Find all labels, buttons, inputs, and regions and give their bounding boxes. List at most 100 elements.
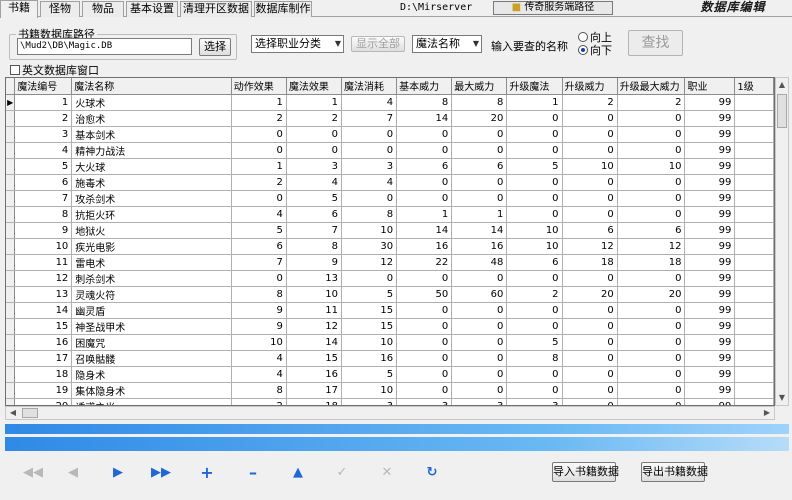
table-cell[interactable] [734,158,774,175]
table-cell[interactable]: 0 [286,142,342,159]
table-cell[interactable]: 3 [341,398,398,405]
table-cell[interactable]: 99 [684,190,736,207]
table-cell[interactable]: 99 [684,142,736,159]
table-cell[interactable]: 99 [684,350,736,367]
table-cell[interactable]: 诱惑之光 [71,398,232,405]
table-row[interactable]: 15 神圣战甲术 9 12 15 0 0 0 0 0 99 [6,318,774,335]
col-header[interactable]: 职业 [684,78,736,95]
scroll-left-icon[interactable]: ◀ [6,407,20,419]
table-cell[interactable]: 99 [684,286,736,303]
table-cell[interactable]: 3 [341,158,398,175]
table-cell[interactable]: 99 [684,254,736,271]
job-filter-select[interactable]: 选择职业分类 ▼ [251,35,344,53]
table-cell[interactable]: 2 [231,110,287,127]
table-cell[interactable]: 14 [396,222,453,239]
col-header[interactable]: 升级威力 [562,78,618,95]
col-header[interactable]: 1级 [734,78,774,95]
scroll-right-icon[interactable]: ▶ [760,407,774,419]
table-cell[interactable]: 0 [341,270,398,287]
table-cell[interactable]: 0 [396,318,453,335]
table-cell[interactable]: 8 [341,206,398,223]
row-indicator[interactable] [6,142,16,159]
table-row[interactable]: 4 精神力战法 0 0 0 0 0 0 0 0 99 [6,142,774,159]
row-indicator[interactable] [6,190,16,207]
table-cell[interactable]: 6 [451,158,508,175]
row-indicator[interactable] [6,398,16,405]
table-cell[interactable]: 0 [231,126,287,143]
table-cell[interactable]: 11 [14,254,73,271]
table-cell[interactable]: 99 [684,398,736,405]
table-cell[interactable]: 2 [14,110,73,127]
table-cell[interactable]: 0 [286,126,342,143]
table-row[interactable]: 9 地狱火 5 7 10 14 14 10 6 6 99 [6,222,774,239]
table-cell[interactable] [734,350,774,367]
table-row[interactable]: 3 基本剑术 0 0 0 0 0 0 0 0 99 [6,126,774,143]
table-cell[interactable]: 20 [451,110,508,127]
table-cell[interactable]: 0 [231,270,287,287]
table-cell[interactable]: 8 [396,94,453,111]
table-cell[interactable]: 12 [617,238,686,255]
table-cell[interactable]: 0 [617,302,686,319]
table-cell[interactable]: 0 [506,270,563,287]
col-header[interactable]: 魔法效果 [286,78,342,95]
tab-clear-data[interactable]: 清理开区数据 [180,1,252,17]
plus-icon[interactable]: + [196,464,218,482]
table-cell[interactable]: 99 [684,270,736,287]
table-cell[interactable]: 4 [231,350,287,367]
vertical-scrollbar[interactable]: ▲ ▼ [775,77,789,406]
table-row[interactable]: 7 攻杀剑术 0 5 0 0 0 0 0 0 99 [6,190,774,207]
table-cell[interactable] [734,366,774,383]
table-cell[interactable]: 8 [451,94,508,111]
up-triangle-icon[interactable]: ▲ [287,464,309,482]
table-cell[interactable]: 7 [341,110,398,127]
table-cell[interactable]: 0 [451,142,508,159]
row-indicator[interactable] [6,238,16,255]
table-cell[interactable] [734,174,774,191]
table-cell[interactable]: 0 [617,382,686,399]
table-cell[interactable] [734,318,774,335]
table-cell[interactable]: 22 [396,254,453,271]
table-cell[interactable]: 14 [286,334,342,351]
table-cell[interactable]: 8 [231,382,287,399]
table-cell[interactable]: 0 [506,126,563,143]
refresh-icon[interactable]: ↻ [421,464,443,482]
table-cell[interactable]: 19 [14,382,73,399]
table-cell[interactable]: 0 [231,142,287,159]
table-cell[interactable]: 4 [14,142,73,159]
table-cell[interactable]: 0 [451,318,508,335]
table-cell[interactable]: 0 [506,142,563,159]
last-icon[interactable]: ▶▶ [150,464,172,482]
table-row[interactable]: ▶ 1 火球术 1 1 4 8 8 1 2 2 99 [6,94,774,111]
table-row[interactable]: 11 雷电术 7 9 12 22 48 6 18 18 99 [6,254,774,271]
table-cell[interactable]: 9 [231,318,287,335]
row-indicator[interactable] [6,302,16,319]
db-path-input[interactable]: \Mud2\DB\Magic.DB [17,38,192,55]
table-cell[interactable]: 1 [506,94,563,111]
table-cell[interactable]: 0 [562,270,618,287]
table-cell[interactable]: 10 [231,334,287,351]
table-cell[interactable]: 4 [231,366,287,383]
x-icon[interactable]: ✕ [376,464,398,482]
table-cell[interactable]: 0 [562,174,618,191]
scroll-up-icon[interactable]: ▲ [776,78,788,92]
table-row[interactable]: 2 治愈术 2 2 7 14 20 0 0 0 99 [6,110,774,127]
col-header[interactable]: 魔法名称 [71,78,232,95]
check-icon[interactable]: ✓ [331,464,353,482]
table-cell[interactable]: 12 [562,238,618,255]
table-cell[interactable]: 6 [286,206,342,223]
table-cell[interactable]: 1 [231,158,287,175]
table-cell[interactable]: 4 [231,206,287,223]
table-cell[interactable]: 0 [617,126,686,143]
scroll-thumb[interactable] [22,408,38,418]
table-cell[interactable]: 0 [506,110,563,127]
row-indicator[interactable] [6,222,16,239]
table-cell[interactable] [734,286,774,303]
table-cell[interactable]: 隐身术 [71,366,232,383]
row-indicator[interactable] [6,270,16,287]
table-cell[interactable]: 99 [684,174,736,191]
table-cell[interactable]: 0 [562,318,618,335]
table-cell[interactable]: 0 [617,366,686,383]
table-cell[interactable]: 9 [231,302,287,319]
table-cell[interactable]: 大火球 [71,158,232,175]
table-cell[interactable]: 7 [14,190,73,207]
